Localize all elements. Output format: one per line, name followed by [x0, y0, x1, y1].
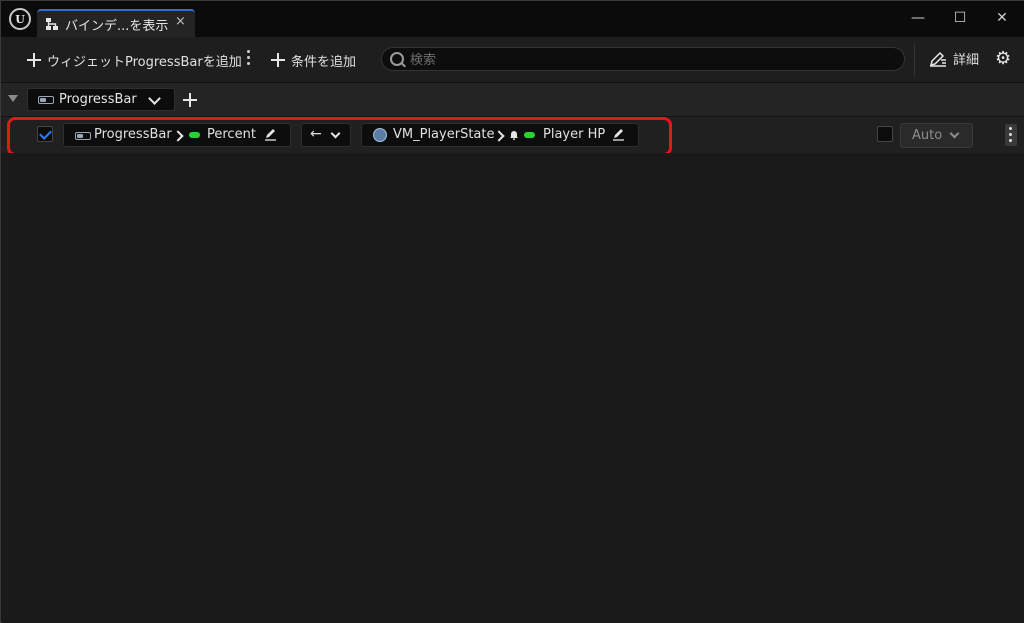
bindings-empty-area: [2, 153, 1024, 623]
add-widget-label: ウィジェットProgressBarを追加: [47, 54, 242, 70]
add-condition-button[interactable]: 条件を追加: [271, 49, 356, 71]
tab-label: バインデ...を表示: [65, 19, 169, 34]
unreal-logo-icon: U: [9, 8, 31, 30]
once-checkbox[interactable]: [877, 126, 893, 142]
execution-mode-dropdown[interactable]: Auto: [900, 123, 973, 148]
details-label: 詳細: [953, 53, 980, 68]
chevron-down-icon: [148, 92, 161, 105]
add-condition-label: 条件を追加: [291, 54, 357, 70]
details-pencil-icon: [929, 51, 946, 67]
tab-close-icon[interactable]: ×: [175, 14, 186, 29]
add-group-plus-icon[interactable]: [183, 93, 197, 107]
widget-selector-label: ProgressBar: [59, 92, 137, 107]
plus-icon: [27, 53, 41, 67]
chevron-down-icon: [949, 128, 960, 139]
widget-selector-dropdown[interactable]: ProgressBar: [27, 88, 175, 111]
title-bar: U バインデ...を表示 × — ☐ ✕: [1, 1, 1024, 37]
plus-icon: [271, 53, 285, 67]
add-widget-button[interactable]: ウィジェットProgressBarを追加: [27, 49, 242, 71]
toolbar: ウィジェットProgressBarを追加 条件を追加 詳細 ⚙: [1, 37, 1024, 83]
more-options-icon[interactable]: [247, 50, 251, 68]
details-button[interactable]: 詳細: [929, 49, 979, 68]
search-icon: [390, 52, 404, 66]
settings-gear-icon[interactable]: ⚙: [995, 49, 1011, 69]
tab-view-bindings[interactable]: バインデ...を表示 ×: [37, 9, 195, 37]
close-window-button[interactable]: ✕: [987, 7, 1017, 29]
annotation-highlight-box: [7, 117, 672, 156]
row-options-icon[interactable]: [1005, 124, 1017, 146]
progressbar-icon: [38, 96, 54, 104]
maximize-button[interactable]: ☐: [945, 7, 975, 29]
minimize-button[interactable]: —: [903, 7, 933, 29]
collapse-triangle-icon[interactable]: [8, 95, 18, 102]
execution-mode-label: Auto: [912, 128, 943, 143]
binding-graph-icon: [46, 18, 58, 30]
widget-group-row: ProgressBar: [1, 83, 1024, 117]
toolbar-divider: [914, 43, 915, 77]
search-input[interactable]: [408, 50, 892, 70]
search-box: [381, 47, 905, 71]
binding-window: U バインデ...を表示 × — ☐ ✕ ウィジェットProgressBarを追…: [0, 0, 1024, 623]
